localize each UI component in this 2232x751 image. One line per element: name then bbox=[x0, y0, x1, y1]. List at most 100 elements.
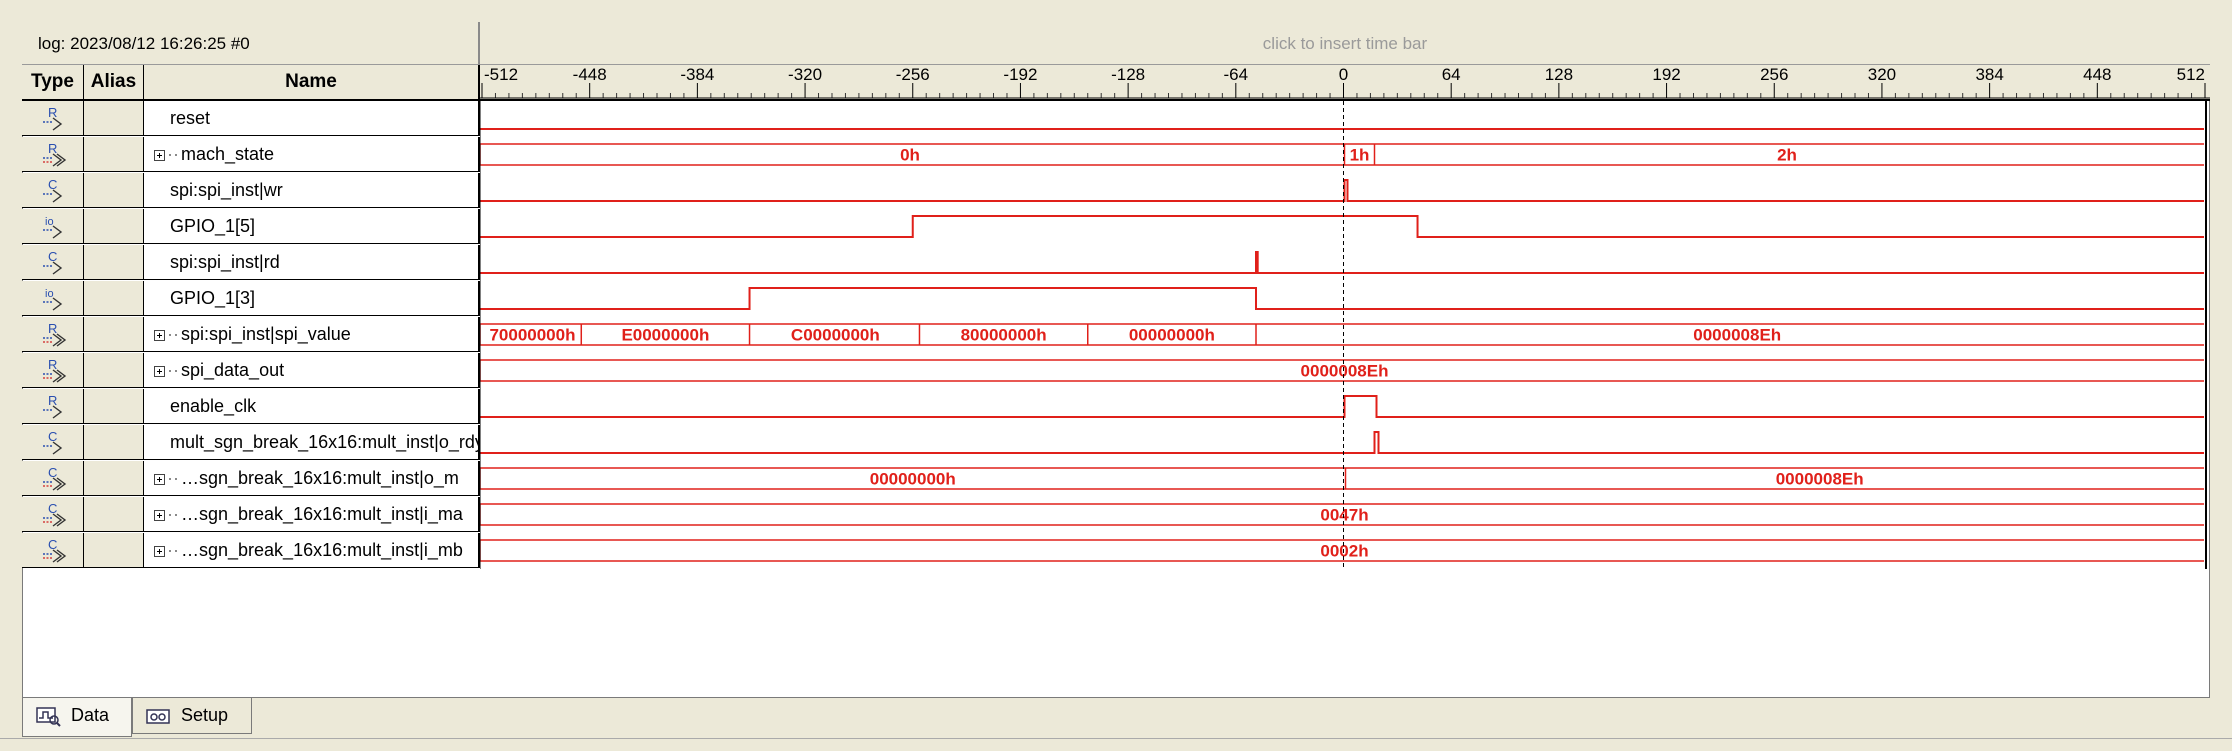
alias-cell bbox=[84, 425, 144, 460]
alias-cell bbox=[84, 389, 144, 424]
ruler-tick-label: -512 bbox=[484, 65, 518, 84]
signal-row[interactable]: R ·· spi:spi_inst|spi_value bbox=[22, 317, 480, 353]
signal-row[interactable]: C ·· …sgn_break_16x16:mult_inst|i_ma bbox=[22, 497, 480, 533]
expand-icon[interactable] bbox=[154, 149, 165, 161]
alias-cell bbox=[84, 353, 144, 388]
alias-cell bbox=[84, 137, 144, 172]
status-bar bbox=[0, 738, 2232, 751]
signal-type-icon: R bbox=[43, 357, 67, 383]
signal-type-icon: C bbox=[43, 501, 67, 527]
signal-row[interactable]: io GPIO_1[5] bbox=[22, 209, 480, 245]
setup-icon bbox=[146, 709, 170, 724]
svg-text:R: R bbox=[48, 393, 57, 408]
wave-o-rdy bbox=[480, 431, 2204, 454]
waveform-area[interactable]: 0h 1h 2h 70000000h E0000000h C0000000h 8000000… bbox=[480, 101, 2210, 569]
time-ruler[interactable]: -512 -448 -384 -320 -256 -192 -128 -64 0 64 128 192… bbox=[480, 65, 2210, 101]
wave-mach-state-value: 0h bbox=[900, 146, 920, 165]
tab-setup-label: Setup bbox=[181, 705, 229, 725]
time-bar-insert-area[interactable]: click to insert time bar bbox=[480, 22, 2210, 65]
type-cell: R bbox=[22, 137, 84, 172]
signal-name-label: GPIO_1[3] bbox=[170, 288, 256, 308]
tab-data[interactable]: Data bbox=[22, 698, 132, 737]
ruler-tick-label: 0 bbox=[1339, 65, 1348, 84]
ruler-tick-label: -128 bbox=[1111, 65, 1145, 84]
signal-row[interactable]: Renable_clk bbox=[22, 389, 480, 425]
signal-name-label: spi:spi_inst|rd bbox=[170, 252, 280, 272]
wave-spi-value-value: 80000000h bbox=[961, 326, 1047, 345]
name-column-header[interactable]: Name bbox=[144, 65, 480, 99]
type-cell: R bbox=[22, 353, 84, 388]
signal-name: ·· …sgn_break_16x16:mult_inst|i_mb bbox=[144, 533, 480, 568]
tree-connector: ·· bbox=[167, 468, 179, 488]
signal-type-icon: R bbox=[43, 393, 63, 419]
ruler-tick-label: -192 bbox=[1003, 65, 1037, 84]
svg-text:C: C bbox=[48, 501, 57, 516]
svg-text:C: C bbox=[48, 177, 57, 192]
svg-text:R: R bbox=[48, 321, 57, 336]
ruler-tick-label: 192 bbox=[1652, 65, 1680, 84]
ruler-tick-label: -64 bbox=[1224, 65, 1249, 84]
signal-name-label: spi:spi_inst|wr bbox=[170, 180, 283, 200]
expand-icon[interactable] bbox=[154, 473, 165, 485]
svg-text:R: R bbox=[48, 357, 57, 372]
tree-connector: ·· bbox=[167, 324, 179, 344]
signal-name-label: …sgn_break_16x16:mult_inst|o_m bbox=[181, 468, 459, 488]
signal-type-icon: io bbox=[43, 216, 63, 239]
expand-icon[interactable] bbox=[154, 365, 165, 377]
signal-row[interactable]: R ·· mach_state bbox=[22, 137, 480, 173]
expand-icon[interactable] bbox=[154, 509, 165, 521]
signal-row[interactable]: Cspi:spi_inst|rd bbox=[22, 245, 480, 281]
signal-name: GPIO_1[3] bbox=[144, 281, 480, 316]
svg-text:R: R bbox=[48, 105, 57, 120]
type-cell: C bbox=[22, 245, 84, 280]
expand-icon[interactable] bbox=[154, 329, 165, 341]
signal-name-label: …sgn_break_16x16:mult_inst|i_mb bbox=[181, 540, 463, 560]
ruler-tick-label: 128 bbox=[1545, 65, 1573, 84]
type-column-header[interactable]: Type bbox=[22, 65, 84, 99]
ruler-tick-label: 320 bbox=[1868, 65, 1896, 84]
type-cell: io bbox=[22, 281, 84, 316]
alias-cell bbox=[84, 245, 144, 280]
svg-text:C: C bbox=[48, 429, 57, 444]
tree-connector: ·· bbox=[167, 504, 179, 524]
signal-row[interactable]: Cspi:spi_inst|wr bbox=[22, 173, 480, 209]
ruler-tick-label: 256 bbox=[1760, 65, 1788, 84]
signal-row[interactable]: C ·· …sgn_break_16x16:mult_inst|o_m bbox=[22, 461, 480, 497]
type-cell: C bbox=[22, 461, 84, 496]
alias-cell bbox=[84, 317, 144, 352]
signal-name-label: spi_data_out bbox=[181, 360, 285, 380]
wave-spi-value-value: E0000000h bbox=[621, 326, 709, 345]
signal-type-icon: R bbox=[43, 321, 67, 347]
signal-row[interactable]: io GPIO_1[3] bbox=[22, 281, 480, 317]
signal-row[interactable]: R ·· spi_data_out bbox=[22, 353, 480, 389]
type-cell: C bbox=[22, 173, 84, 208]
signal-type-icon: C bbox=[43, 465, 67, 491]
signal-name-label: reset bbox=[170, 108, 211, 128]
signal-type-icon: C bbox=[43, 537, 67, 563]
type-cell: R bbox=[22, 389, 84, 424]
signal-type-icon: io bbox=[43, 288, 63, 311]
alias-cell bbox=[84, 101, 144, 136]
svg-text:io: io bbox=[45, 288, 54, 300]
signal-name: reset bbox=[144, 101, 480, 136]
tree-connector: ·· bbox=[167, 144, 179, 164]
expand-icon[interactable] bbox=[154, 545, 165, 557]
wave-gpio-1-5 bbox=[480, 215, 2204, 238]
alias-cell bbox=[84, 533, 144, 568]
wave-gpio-1-3 bbox=[480, 287, 2204, 310]
svg-text:C: C bbox=[48, 465, 57, 480]
signal-row[interactable]: C ·· …sgn_break_16x16:mult_inst|i_mb bbox=[22, 533, 480, 569]
wave-mach-state-value: 2h bbox=[1777, 146, 1797, 165]
type-cell: R bbox=[22, 317, 84, 352]
data-icon bbox=[36, 707, 61, 727]
wave-i-ma-value: 0047h bbox=[1320, 506, 1368, 525]
signal-name-label: mult_sgn_break_16x16:mult_inst|o_rdy bbox=[170, 432, 480, 452]
wave-spi-data-out-value: 0000008Eh bbox=[1301, 362, 1389, 381]
signal-row[interactable]: Rreset bbox=[22, 101, 480, 137]
tab-setup[interactable]: Setup bbox=[132, 698, 252, 734]
signal-name: ·· …sgn_break_16x16:mult_inst|o_m bbox=[144, 461, 480, 496]
alias-column-header[interactable]: Alias bbox=[84, 65, 144, 99]
ruler-tick-label: -384 bbox=[680, 65, 714, 84]
signal-row[interactable]: Cmult_sgn_break_16x16:mult_inst|o_rdy bbox=[22, 425, 480, 461]
signal-type-icon: R bbox=[43, 105, 63, 131]
